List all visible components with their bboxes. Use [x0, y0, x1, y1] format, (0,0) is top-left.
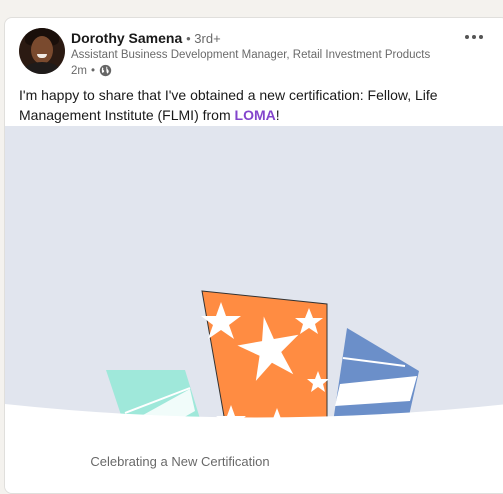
connection-degree: • 3rd+	[186, 31, 221, 46]
author-name-row: Dorothy Samena • 3rd+	[71, 30, 221, 46]
post-card: Dorothy Samena • 3rd+ Assistant Business…	[4, 17, 503, 494]
more-horizontal-icon	[465, 35, 469, 39]
meta-separator: •	[90, 64, 96, 77]
media-caption: Celebrating a New Certification	[90, 454, 270, 469]
globe-icon	[99, 64, 112, 77]
celebration-illustration	[5, 290, 503, 493]
author-name[interactable]: Dorothy Samena	[71, 30, 182, 46]
post-time: 2m	[71, 64, 87, 77]
author-avatar[interactable]	[19, 28, 65, 74]
post-text-body: I'm happy to share that I've obtained a …	[19, 87, 438, 123]
author-headline: Assistant Business Development Manager, …	[71, 49, 431, 61]
certification-image[interactable]: Celebrating a New Certification	[5, 126, 503, 493]
post-text: I'm happy to share that I've obtained a …	[19, 85, 489, 125]
company-link[interactable]: LOMA	[235, 107, 276, 123]
more-options-button[interactable]	[462, 28, 486, 46]
post-text-end: !	[275, 107, 280, 123]
post-meta: 2m •	[71, 64, 112, 77]
